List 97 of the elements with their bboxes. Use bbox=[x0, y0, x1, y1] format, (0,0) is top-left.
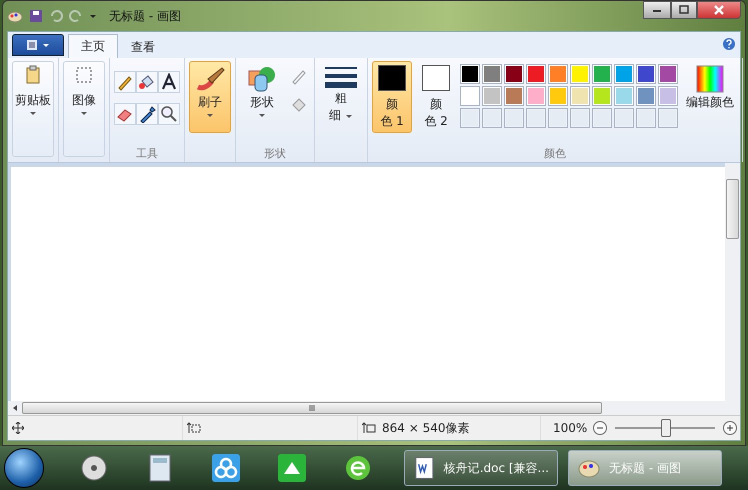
color-swatch[interactable] bbox=[658, 64, 678, 84]
zoom-in-button[interactable] bbox=[723, 421, 738, 435]
empty-swatch[interactable] bbox=[570, 108, 590, 128]
undo-icon bbox=[49, 9, 63, 23]
dropdown-arrow-icon bbox=[344, 113, 353, 119]
color-swatch[interactable] bbox=[526, 86, 546, 106]
color-swatch[interactable] bbox=[482, 64, 502, 84]
empty-swatch[interactable] bbox=[482, 108, 502, 128]
paintbrush-icon bbox=[194, 65, 226, 93]
empty-swatch[interactable] bbox=[548, 108, 568, 128]
disc-icon bbox=[80, 454, 108, 482]
empty-swatch[interactable] bbox=[658, 108, 678, 128]
color-spectrum-icon bbox=[696, 65, 724, 93]
dropdown-arrow-icon bbox=[89, 12, 97, 20]
minimize-button[interactable] bbox=[643, 1, 671, 19]
grip-icon bbox=[309, 404, 315, 412]
zoom-out-button[interactable] bbox=[593, 421, 608, 435]
shapes-button[interactable]: 形状 bbox=[240, 61, 284, 133]
color-slot-button[interactable]: 颜 色 1 bbox=[372, 61, 412, 133]
dropdown-arrow-icon bbox=[29, 110, 37, 116]
horizontal-scrollbar[interactable] bbox=[8, 401, 740, 415]
color-slot-button[interactable]: 颜 色 2 bbox=[416, 61, 456, 133]
line-widths-icon bbox=[325, 65, 357, 89]
start-button[interactable] bbox=[4, 448, 44, 488]
canvas-size-icon bbox=[362, 422, 376, 434]
zoom-percent-text: 100% bbox=[553, 421, 588, 435]
dropdown-arrow-icon bbox=[80, 110, 88, 116]
text-tool[interactable] bbox=[158, 71, 180, 93]
taskbar-window-button[interactable]: 核舟记.doc [兼容... bbox=[404, 450, 558, 486]
color-swatch[interactable] bbox=[570, 86, 590, 106]
image-size-text: 864 × 540像素 bbox=[382, 420, 470, 436]
window-title: 无标题 - 画图 bbox=[109, 8, 181, 24]
group-label: 工具 bbox=[135, 146, 159, 162]
move-cursor-icon bbox=[12, 422, 24, 434]
color-swatch[interactable] bbox=[658, 86, 678, 106]
empty-swatch[interactable] bbox=[460, 108, 480, 128]
folded-app-icon bbox=[278, 454, 306, 482]
redo-icon bbox=[69, 9, 83, 23]
magnifier-icon bbox=[160, 105, 178, 123]
brush-button[interactable]: 刷子 bbox=[189, 61, 231, 133]
ribbon-tab[interactable]: 查看 bbox=[118, 36, 168, 58]
edit-colors-button[interactable]: 编辑颜色 bbox=[682, 61, 738, 121]
plus-icon bbox=[726, 424, 734, 432]
color-swatch[interactable] bbox=[636, 86, 656, 106]
color-swatch[interactable] bbox=[614, 86, 634, 106]
left-arrow-icon bbox=[12, 404, 18, 412]
paint-bucket-icon bbox=[138, 73, 156, 91]
eyedropper-icon bbox=[138, 105, 156, 123]
empty-swatch[interactable] bbox=[592, 108, 612, 128]
color-swatch[interactable] bbox=[460, 64, 480, 84]
ribbon-tab[interactable]: 主页 bbox=[68, 34, 118, 58]
maximize-icon bbox=[679, 5, 689, 15]
maximize-button[interactable] bbox=[671, 1, 697, 19]
fill-tool[interactable] bbox=[136, 71, 158, 93]
color-swatch[interactable] bbox=[636, 64, 656, 84]
empty-swatch[interactable] bbox=[504, 108, 524, 128]
close-button[interactable] bbox=[697, 1, 741, 19]
paste-button[interactable]: 剪贴板 bbox=[12, 61, 54, 157]
eraser-tool[interactable] bbox=[114, 103, 136, 125]
document-icon bbox=[413, 456, 436, 480]
group-label: 形状 bbox=[263, 146, 287, 162]
vertical-scrollbar[interactable] bbox=[725, 163, 740, 401]
color-swatch[interactable] bbox=[614, 64, 634, 84]
dropdown-arrow-icon bbox=[206, 112, 214, 118]
color-swatch[interactable] bbox=[526, 64, 546, 84]
dashed-rectangle-icon bbox=[74, 65, 94, 85]
dropdown-arrow-icon bbox=[42, 42, 50, 48]
size-button[interactable]: 粗 细 bbox=[319, 61, 363, 133]
pencil-tool[interactable] bbox=[114, 71, 136, 93]
magnifier-tool[interactable] bbox=[158, 103, 180, 125]
color-picker-tool[interactable] bbox=[136, 103, 158, 125]
help-icon bbox=[722, 36, 736, 50]
color-swatch[interactable] bbox=[592, 64, 612, 84]
browser-icon bbox=[344, 454, 372, 482]
color-swatch[interactable] bbox=[570, 64, 590, 84]
selection-size-icon bbox=[187, 422, 201, 434]
color-swatch[interactable] bbox=[460, 86, 480, 106]
color-swatch[interactable] bbox=[548, 64, 568, 84]
app-menu-button[interactable] bbox=[12, 34, 64, 56]
cloud-rings-icon bbox=[212, 454, 240, 482]
empty-swatch[interactable] bbox=[526, 108, 546, 128]
shapes-icon bbox=[247, 65, 277, 93]
dropdown-arrow-icon bbox=[258, 112, 266, 118]
color-swatch[interactable] bbox=[482, 86, 502, 106]
color-swatch[interactable] bbox=[504, 64, 524, 84]
menu-icon bbox=[26, 39, 38, 51]
color-swatch[interactable] bbox=[548, 86, 568, 106]
color-swatch[interactable] bbox=[504, 86, 524, 106]
zoom-slider-thumb[interactable] bbox=[661, 419, 672, 437]
close-icon bbox=[713, 4, 725, 16]
empty-swatch[interactable] bbox=[636, 108, 656, 128]
select-button[interactable]: 图像 bbox=[63, 61, 105, 157]
empty-swatch[interactable] bbox=[614, 108, 634, 128]
letter-icon bbox=[160, 73, 178, 91]
save-icon bbox=[29, 9, 43, 23]
group-label: 颜色 bbox=[543, 146, 567, 162]
color-swatch[interactable] bbox=[592, 86, 612, 106]
